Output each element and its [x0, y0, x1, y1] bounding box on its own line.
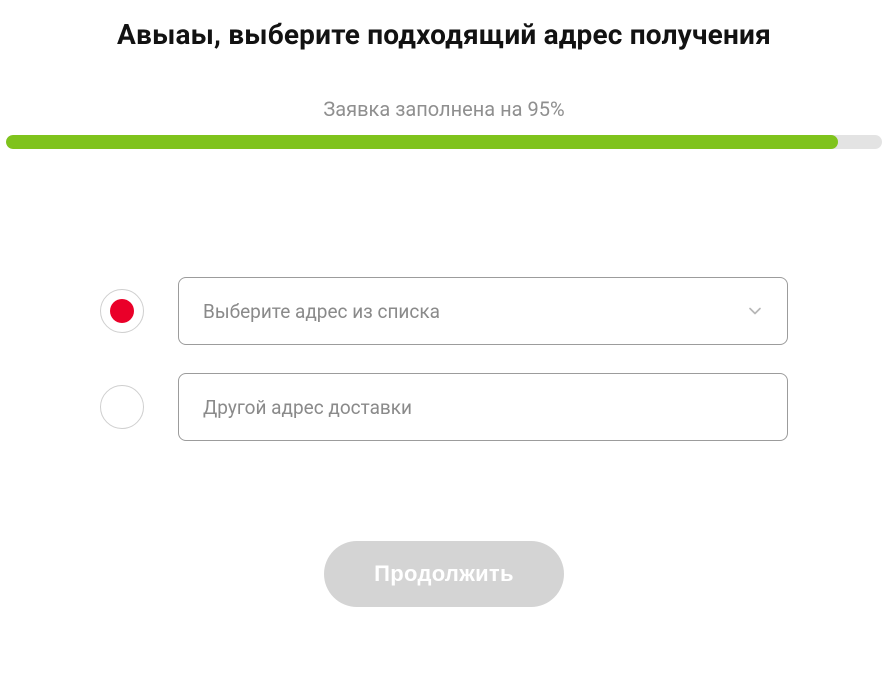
other-address-input[interactable]: Другой адрес доставки — [178, 373, 788, 441]
option-select-from-list: Выберите адрес из списка — [100, 277, 788, 345]
page-title: Авыаы, выберите подходящий адрес получен… — [0, 18, 888, 51]
continue-button[interactable]: Продолжить — [324, 541, 564, 607]
input-placeholder: Другой адрес доставки — [203, 396, 412, 419]
chevron-down-icon — [745, 301, 765, 321]
radio-other-address[interactable] — [100, 385, 144, 429]
dropdown-placeholder: Выберите адрес из списка — [203, 300, 440, 323]
progress-track — [6, 135, 882, 149]
radio-dot-icon — [110, 299, 134, 323]
progress-label: Заявка заполнена на 95% — [0, 97, 888, 121]
address-select-dropdown[interactable]: Выберите адрес из списка — [178, 277, 788, 345]
option-other-address: Другой адрес доставки — [100, 373, 788, 441]
address-options: Выберите адрес из списка Другой адрес до… — [100, 277, 788, 441]
progress-bar — [6, 135, 838, 149]
radio-select-from-list[interactable] — [100, 289, 144, 333]
progress-section: Заявка заполнена на 95% — [0, 97, 888, 149]
